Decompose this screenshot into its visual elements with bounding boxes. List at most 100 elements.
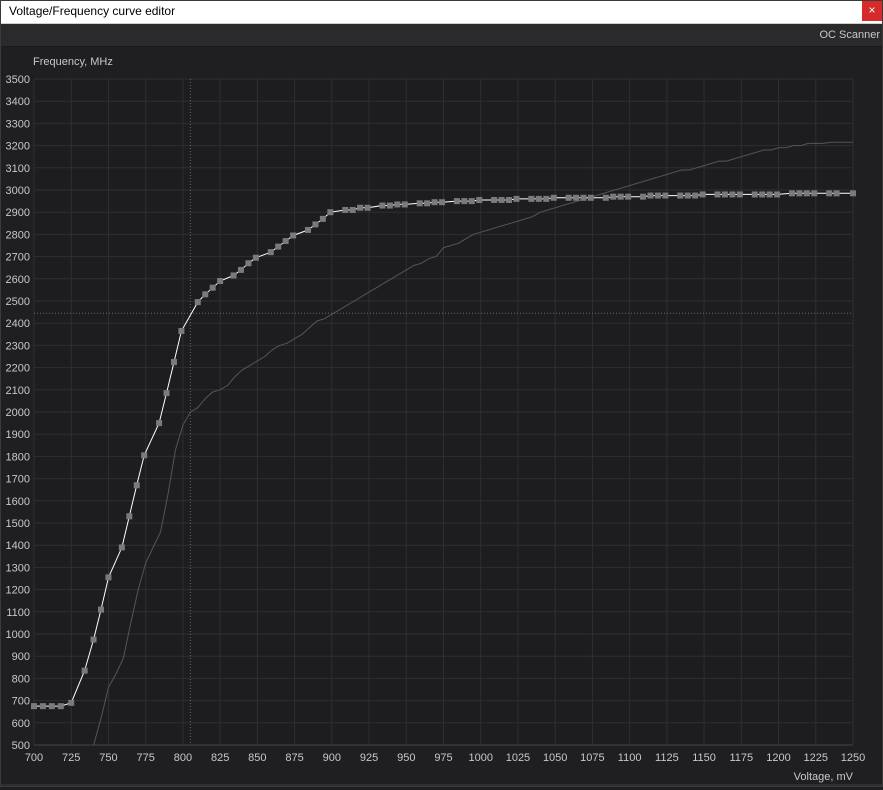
curve-point[interactable] — [81, 667, 88, 674]
curve-point[interactable] — [39, 703, 46, 710]
curve-point[interactable] — [105, 574, 112, 581]
curve-point[interactable] — [319, 215, 326, 222]
y-tick-label: 2400 — [6, 318, 30, 330]
curve-point[interactable] — [550, 194, 557, 201]
curve-point[interactable] — [788, 190, 795, 197]
curve-point[interactable] — [654, 192, 661, 199]
curve-point[interactable] — [721, 191, 728, 198]
curve-point[interactable] — [349, 206, 356, 213]
curve-point[interactable] — [528, 195, 535, 202]
curve-point[interactable] — [282, 238, 289, 245]
curve-point[interactable] — [118, 544, 125, 551]
curve-point[interactable] — [98, 606, 105, 613]
curve-point[interactable] — [357, 204, 364, 211]
curve-point[interactable] — [217, 278, 224, 285]
curve-point[interactable] — [178, 327, 185, 334]
curve-point[interactable] — [290, 232, 297, 239]
curve-point[interactable] — [811, 190, 818, 197]
curve-point[interactable] — [617, 193, 624, 200]
curve-point[interactable] — [57, 703, 64, 710]
curve-point[interactable] — [565, 194, 572, 201]
curve-point[interactable] — [156, 420, 163, 427]
curve-point[interactable] — [394, 201, 401, 208]
curve-point[interactable] — [209, 284, 216, 291]
curve-point[interactable] — [342, 206, 349, 213]
curve-point[interactable] — [386, 202, 393, 209]
x-tick-label: 750 — [99, 752, 117, 764]
curve-point[interactable] — [543, 195, 550, 202]
curve-point[interactable] — [714, 191, 721, 198]
curve-point[interactable] — [796, 190, 803, 197]
curve-point[interactable] — [736, 191, 743, 198]
curve-point[interactable] — [416, 200, 423, 207]
curve-point[interactable] — [141, 452, 148, 459]
curve-point[interactable] — [573, 194, 580, 201]
curve-point[interactable] — [364, 204, 371, 211]
y-tick-label: 1600 — [6, 496, 30, 508]
curve-point[interactable] — [491, 196, 498, 203]
curve-point[interactable] — [48, 703, 55, 710]
curve-point[interactable] — [431, 199, 438, 206]
curve-point[interactable] — [312, 221, 319, 228]
oc-scanner-button[interactable]: OC Scanner — [819, 29, 880, 41]
curve-point[interactable] — [453, 198, 460, 205]
curve-point[interactable] — [587, 194, 594, 201]
curve-point[interactable] — [625, 193, 632, 200]
curve-point[interactable] — [68, 699, 75, 706]
curve-point[interactable] — [163, 390, 170, 397]
curve-point[interactable] — [729, 191, 736, 198]
curve-point[interactable] — [699, 191, 706, 198]
curve-point[interactable] — [202, 291, 209, 298]
curve-point[interactable] — [90, 636, 97, 643]
curve-point[interactable] — [275, 243, 282, 250]
curve-point[interactable] — [252, 254, 259, 261]
curve-point[interactable] — [602, 194, 609, 201]
curve-point[interactable] — [766, 191, 773, 198]
curve-point[interactable] — [850, 190, 856, 197]
curve-point[interactable] — [513, 195, 520, 202]
curve-point[interactable] — [245, 260, 252, 267]
curve-point[interactable] — [476, 196, 483, 203]
curve-point[interactable] — [379, 202, 386, 209]
curve-point[interactable] — [751, 191, 758, 198]
curve-point[interactable] — [580, 194, 587, 201]
y-tick-label: 3000 — [6, 185, 30, 197]
curve-point[interactable] — [126, 513, 133, 520]
curve-point[interactable] — [461, 198, 468, 205]
curve-point[interactable] — [640, 193, 647, 200]
curve-point[interactable] — [424, 200, 431, 207]
curve-point[interactable] — [267, 249, 274, 256]
chart-area[interactable]: 500 600 700 800 900 1000 1100 1200 1300 1400 1500 1… — [1, 47, 882, 785]
curve-point[interactable] — [774, 191, 781, 198]
y-axis-title: Frequency, MHz — [33, 56, 113, 68]
curve-point[interactable] — [31, 703, 37, 710]
curve-point[interactable] — [506, 196, 513, 203]
curve-point[interactable] — [468, 198, 475, 205]
x-tick-label: 700 — [25, 752, 43, 764]
curve-point[interactable] — [647, 192, 654, 199]
curve-point[interactable] — [803, 190, 810, 197]
curve-point[interactable] — [535, 195, 542, 202]
vf-curve-chart[interactable]: 500 600 700 800 900 1000 1100 1200 1300 1400 1500 1… — [1, 47, 882, 785]
y-tick-label: 700 — [12, 696, 30, 708]
curve-point[interactable] — [498, 196, 505, 203]
curve-point[interactable] — [194, 299, 201, 306]
curve-point[interactable] — [610, 193, 617, 200]
curve-point[interactable] — [327, 209, 334, 216]
curve-point[interactable] — [237, 266, 244, 273]
curve-point[interactable] — [677, 192, 684, 199]
curve-point[interactable] — [684, 192, 691, 199]
curve-point[interactable] — [170, 359, 177, 366]
close-button[interactable]: × — [862, 1, 882, 21]
curve-point[interactable] — [304, 226, 311, 233]
curve-point[interactable] — [833, 190, 840, 197]
window-title: Voltage/Frequency curve editor — [9, 4, 176, 18]
curve-point[interactable] — [692, 192, 699, 199]
curve-point[interactable] — [401, 201, 408, 208]
curve-point[interactable] — [439, 199, 446, 206]
curve-point[interactable] — [662, 192, 669, 199]
curve-point[interactable] — [133, 482, 140, 489]
curve-point[interactable] — [230, 272, 237, 279]
curve-point[interactable] — [759, 191, 766, 198]
curve-point[interactable] — [826, 190, 833, 197]
